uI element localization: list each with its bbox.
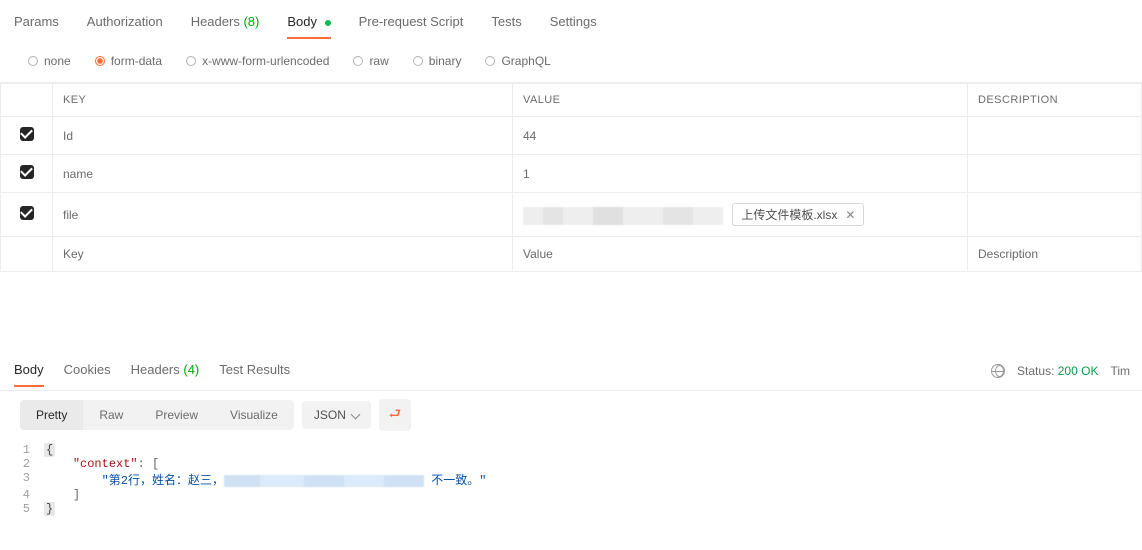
tab-body[interactable]: Body xyxy=(287,6,330,39)
response-meta: Status: 200 OK Tim xyxy=(991,364,1130,378)
cell-desc[interactable] xyxy=(968,193,1142,237)
cell-key[interactable]: file xyxy=(53,193,513,237)
request-tabs: Params Authorization Headers (8) Body Pr… xyxy=(0,0,1142,40)
view-visualize[interactable]: Visualize xyxy=(214,400,294,430)
checkbox-icon[interactable] xyxy=(20,206,34,220)
body-type-binary[interactable]: binary xyxy=(413,54,462,68)
view-preview[interactable]: Preview xyxy=(139,400,214,430)
body-type-graphql[interactable]: GraphQL xyxy=(485,54,550,68)
body-type-selector: none form-data x-www-form-urlencoded raw… xyxy=(0,40,1142,83)
resp-tab-cookies[interactable]: Cookies xyxy=(64,354,111,387)
table-row[interactable]: name 1 xyxy=(1,155,1142,193)
tab-headers[interactable]: Headers (8) xyxy=(191,6,260,39)
radio-icon xyxy=(413,56,423,66)
wrap-icon: ⮐ xyxy=(389,403,402,427)
response-panel: Body Cookies Headers (4) Test Results St… xyxy=(0,348,1142,536)
resp-tab-body[interactable]: Body xyxy=(14,354,44,387)
redacted-block xyxy=(224,475,424,487)
view-pretty[interactable]: Pretty xyxy=(20,400,83,430)
table-row[interactable]: file 上传文件模板.xlsx ✕ xyxy=(1,193,1142,237)
view-mode-segment: Pretty Raw Preview Visualize xyxy=(20,400,294,430)
tab-headers-count: (8) xyxy=(243,14,259,29)
resp-tab-tests[interactable]: Test Results xyxy=(219,354,290,387)
cell-desc[interactable] xyxy=(968,155,1142,193)
view-raw[interactable]: Raw xyxy=(83,400,139,430)
radio-icon xyxy=(485,56,495,66)
checkbox-icon[interactable] xyxy=(20,127,34,141)
file-chip[interactable]: 上传文件模板.xlsx ✕ xyxy=(732,203,864,226)
wrap-lines-button[interactable]: ⮐ xyxy=(379,399,411,431)
resp-tab-headers-count: (4) xyxy=(183,362,199,377)
body-type-label: x-www-form-urlencoded xyxy=(202,54,329,68)
close-icon[interactable]: ✕ xyxy=(845,208,855,222)
cell-value[interactable]: 上传文件模板.xlsx ✕ xyxy=(513,193,968,237)
format-label: JSON xyxy=(314,408,346,422)
cell-desc[interactable] xyxy=(968,117,1142,155)
tab-settings[interactable]: Settings xyxy=(550,6,597,39)
globe-icon[interactable] xyxy=(991,364,1005,378)
file-chip-name: 上传文件模板.xlsx xyxy=(741,206,837,223)
column-checkbox xyxy=(1,84,53,117)
tab-tests[interactable]: Tests xyxy=(491,6,521,39)
tab-authorization[interactable]: Authorization xyxy=(87,6,163,39)
response-tabs: Body Cookies Headers (4) Test Results xyxy=(14,354,290,387)
body-type-raw[interactable]: raw xyxy=(353,54,388,68)
radio-icon xyxy=(353,56,363,66)
body-type-form-data[interactable]: form-data xyxy=(95,54,162,68)
tab-body-label: Body xyxy=(287,14,317,29)
body-type-label: form-data xyxy=(111,54,162,68)
redacted-block xyxy=(523,207,723,225)
status-label: Status: xyxy=(1017,364,1054,378)
body-type-label: GraphQL xyxy=(501,54,550,68)
cell-key[interactable]: Id xyxy=(53,117,513,155)
tab-prerequest[interactable]: Pre-request Script xyxy=(359,6,464,39)
value-input[interactable]: Value xyxy=(513,237,968,272)
checkbox-icon[interactable] xyxy=(20,165,34,179)
tab-headers-label: Headers xyxy=(191,14,240,29)
key-input[interactable]: Key xyxy=(53,237,513,272)
column-key: KEY xyxy=(53,84,513,117)
brace-close: } xyxy=(44,502,55,516)
format-dropdown[interactable]: JSON xyxy=(302,401,371,429)
desc-input[interactable]: Description xyxy=(968,237,1142,272)
response-view-bar: Pretty Raw Preview Visualize JSON ⮐ xyxy=(0,391,1142,439)
brace-open: { xyxy=(44,443,55,457)
chevron-down-icon xyxy=(350,409,360,419)
resp-tab-headers-label: Headers xyxy=(131,362,180,377)
body-type-label: binary xyxy=(429,54,462,68)
time-label: Tim xyxy=(1110,364,1130,378)
table-row[interactable]: Id 44 xyxy=(1,117,1142,155)
body-type-label: none xyxy=(44,54,71,68)
form-data-table: KEY VALUE DESCRIPTION Id 44 name 1 file … xyxy=(0,83,1142,272)
column-value: VALUE xyxy=(513,84,968,117)
radio-icon xyxy=(28,56,38,66)
resp-tab-headers[interactable]: Headers (4) xyxy=(131,354,200,387)
cell-value[interactable]: 44 xyxy=(513,117,968,155)
radio-icon xyxy=(95,56,105,66)
cell-key[interactable]: name xyxy=(53,155,513,193)
tab-params[interactable]: Params xyxy=(14,6,59,39)
body-type-label: raw xyxy=(369,54,388,68)
radio-icon xyxy=(186,56,196,66)
column-description: DESCRIPTION xyxy=(968,84,1142,117)
body-type-urlencoded[interactable]: x-www-form-urlencoded xyxy=(186,54,329,68)
response-body-code[interactable]: 1{ 2 "context": [ 3 "第2行，姓名：赵三， 不一致。" 4 … xyxy=(0,439,1142,536)
body-type-none[interactable]: none xyxy=(28,54,71,68)
status-code: 200 OK xyxy=(1058,364,1099,378)
cell-value[interactable]: 1 xyxy=(513,155,968,193)
table-row-new[interactable]: Key Value Description xyxy=(1,237,1142,272)
unsaved-dot-icon xyxy=(325,20,331,26)
